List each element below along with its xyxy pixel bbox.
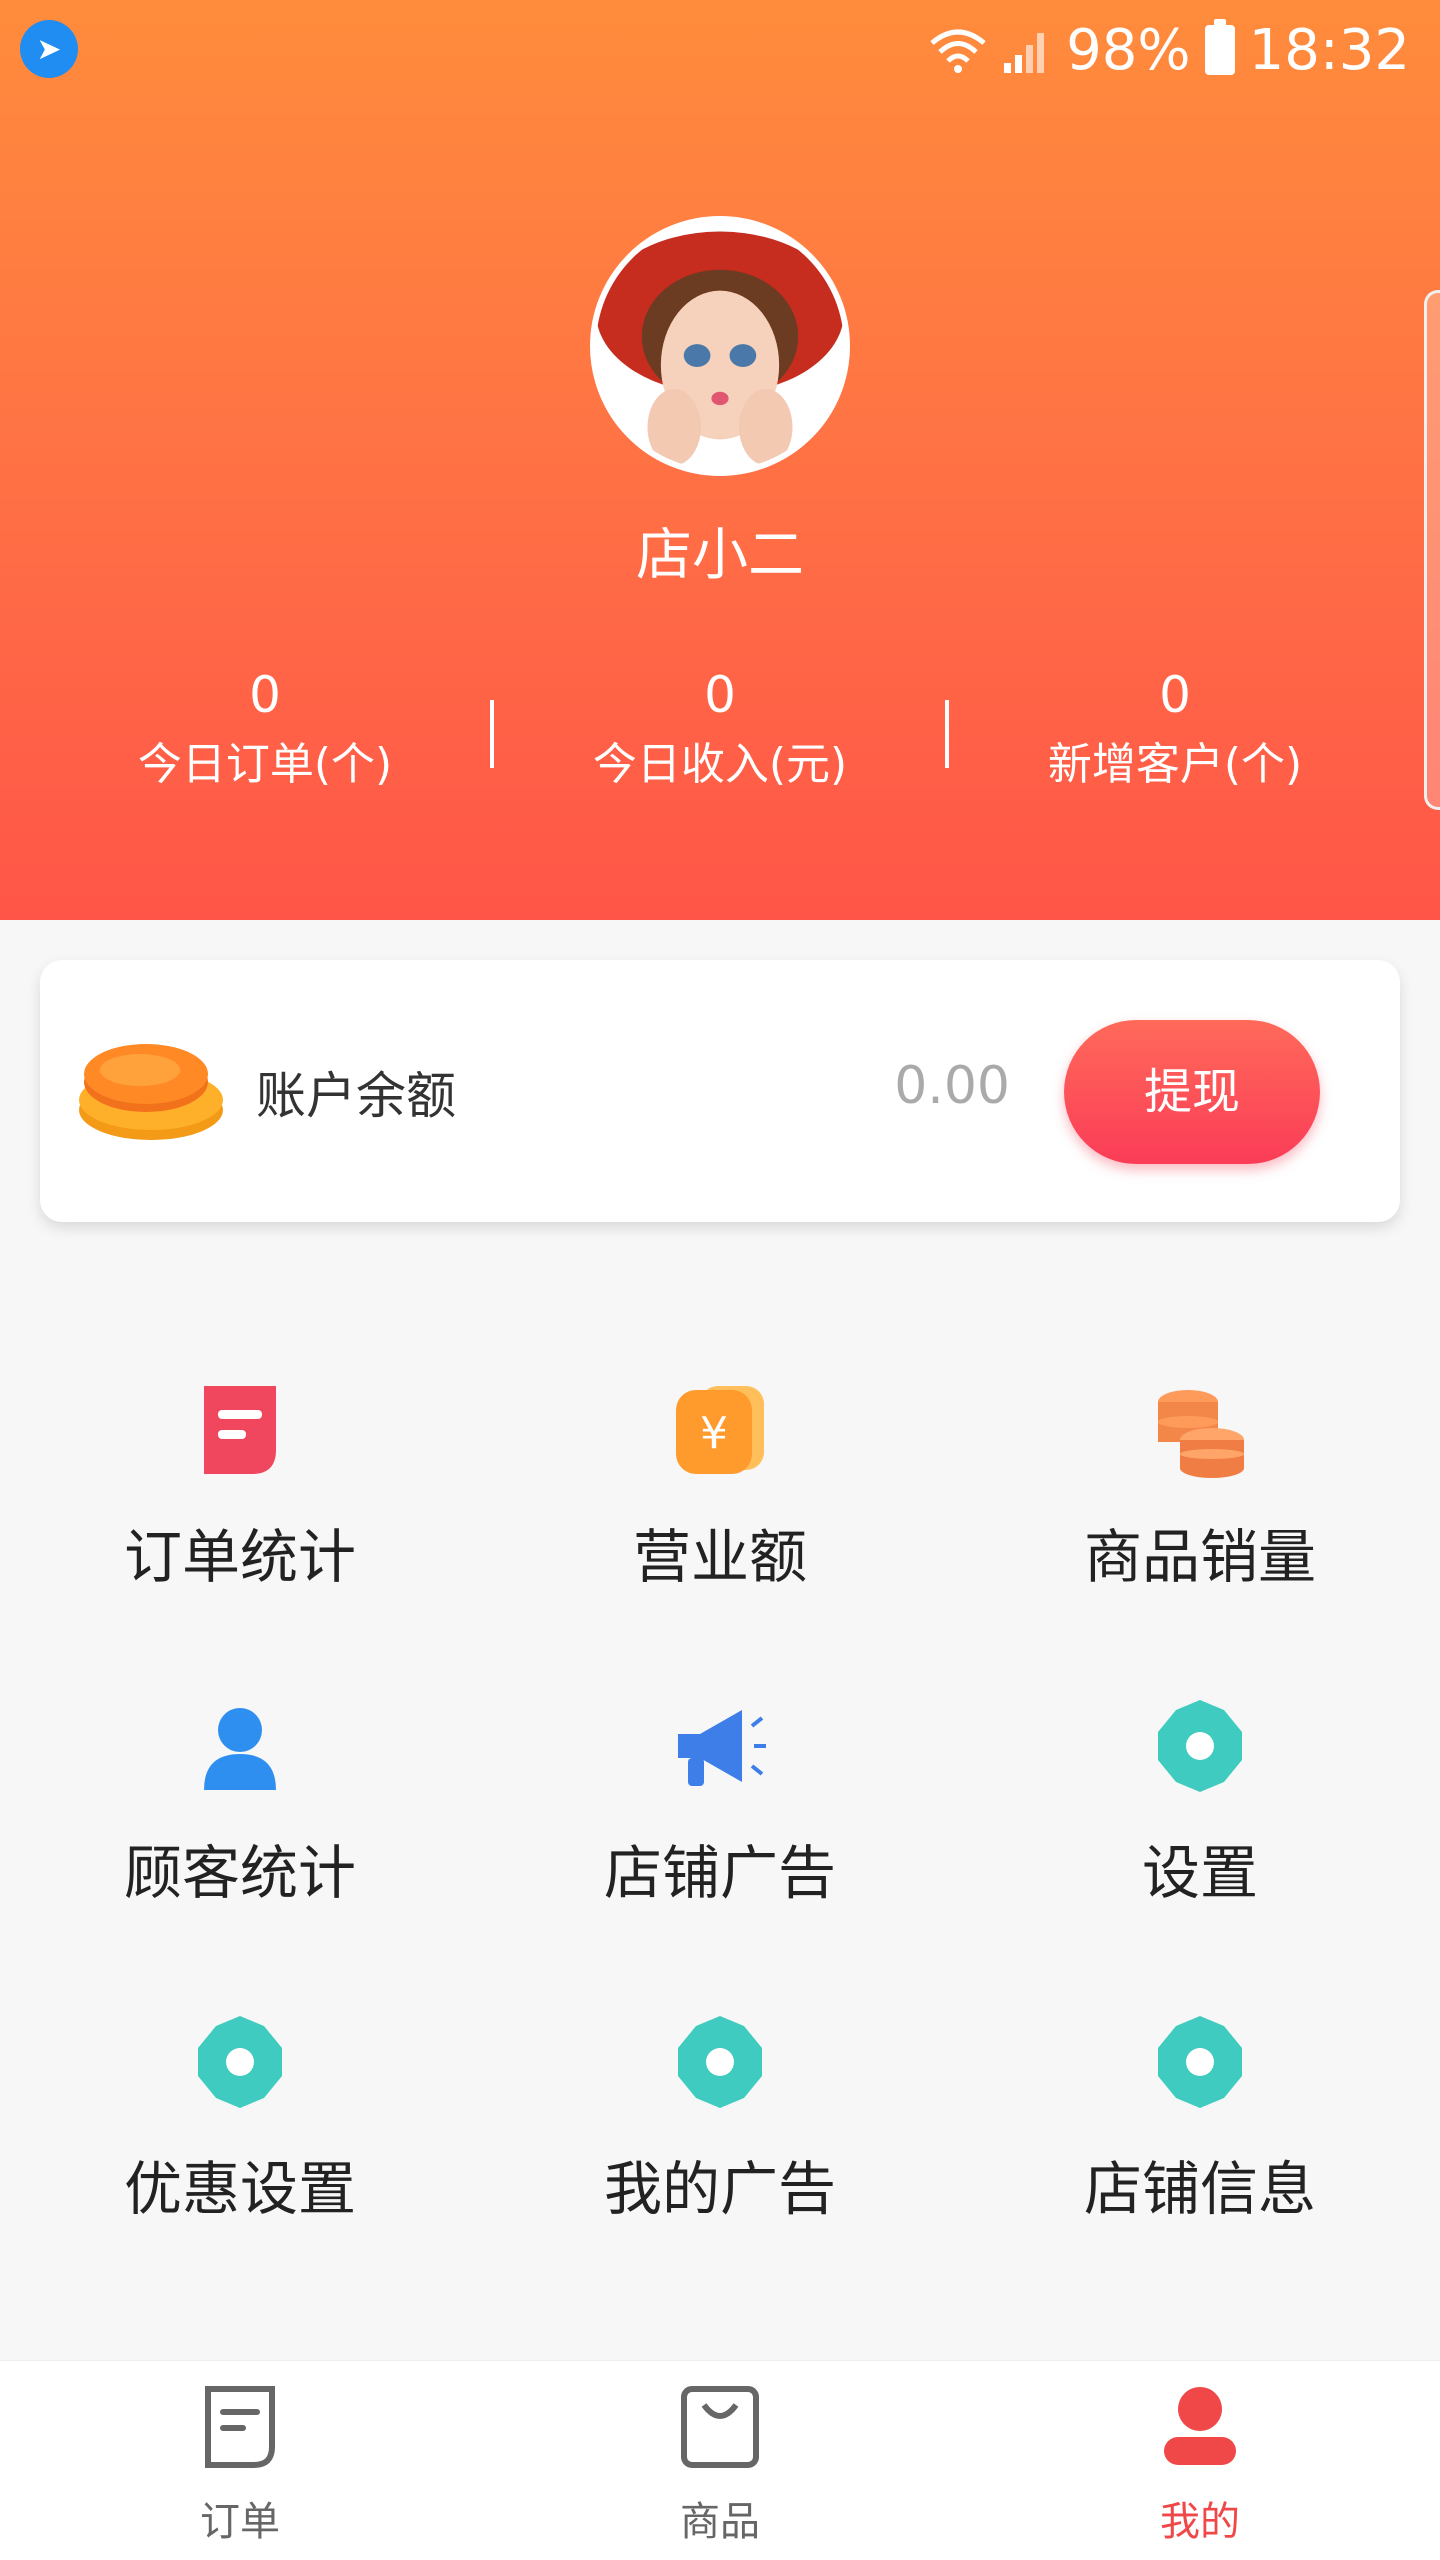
clock: 18:32 <box>1248 17 1410 83</box>
menu-label: 我的广告 <box>603 2155 836 2223</box>
gear-icon <box>1158 2016 1242 2108</box>
withdraw-button[interactable]: 提现 <box>1064 1020 1320 1164</box>
gear-icon <box>198 2016 282 2108</box>
status-indicators: 98% 18:32 <box>928 12 1410 88</box>
menu-label: 顾客统计 <box>123 1839 356 1907</box>
menu-item-shop-info[interactable]: 店铺信息 <box>960 1972 1440 2272</box>
stat-label: 今日收入(元) <box>592 739 848 790</box>
gear-icon <box>1158 1700 1242 1792</box>
stat-label: 今日订单(个) <box>137 739 393 790</box>
profile-header: ➤ 98% 18:32 店小二 0 今日订单(个) 0 今日收入(元) 0 新增… <box>0 0 1440 920</box>
menu-item-order-stats[interactable]: 订单统计 <box>0 1340 480 1640</box>
avatar-image <box>596 222 844 470</box>
tab-mine[interactable]: 我的 <box>960 2361 1440 2560</box>
avatar[interactable] <box>590 216 850 476</box>
shop-name: 店小二 <box>636 523 804 588</box>
stat-value: 0 <box>704 666 736 724</box>
balance-amount: 0.00 <box>894 1056 1010 1116</box>
status-bar: ➤ 98% 18:32 <box>0 0 1440 100</box>
order-doc-icon <box>204 1386 276 1474</box>
order-tab-icon <box>205 2386 275 2468</box>
dingtalk-icon: ➤ <box>20 20 78 78</box>
menu-item-product-sales[interactable]: 商品销量 <box>960 1340 1440 1640</box>
coin-icon <box>79 1044 223 1140</box>
stat-value: 0 <box>1159 666 1191 724</box>
bag-tab-icon <box>681 2386 759 2468</box>
stat-value: 0 <box>249 666 281 724</box>
megaphone-icon <box>678 1710 766 1786</box>
stat-today-income[interactable]: 0 今日收入(元) <box>480 660 960 800</box>
menu-item-revenue[interactable]: ¥ 营业额 <box>480 1340 960 1640</box>
balance-label: 账户余额 <box>256 1067 456 1125</box>
today-stats: 0 今日订单(个) 0 今日收入(元) 0 新增客户(个) <box>0 660 1440 810</box>
menu-item-discount-settings[interactable]: 优惠设置 <box>0 1972 480 2272</box>
tab-label: 商品 <box>680 2499 760 2545</box>
bottom-tab-bar: 订单 商品 我的 <box>0 2360 1440 2560</box>
gear-icon <box>678 2016 762 2108</box>
stat-label: 新增客户(个) <box>1047 739 1303 790</box>
battery-icon <box>1204 19 1235 75</box>
menu-item-customer-stats[interactable]: 顾客统计 <box>0 1656 480 1956</box>
menu-label: 优惠设置 <box>123 2155 356 2223</box>
menu-label: 订单统计 <box>123 1523 356 1591</box>
svg-text:¥: ¥ <box>700 1408 728 1459</box>
menu-label: 商品销量 <box>1083 1523 1316 1591</box>
profile-tab-icon <box>1164 2387 1236 2465</box>
stat-today-orders[interactable]: 0 今日订单(个) <box>25 660 505 800</box>
tab-label: 订单 <box>200 2499 280 2545</box>
stat-new-customers[interactable]: 0 新增客户(个) <box>935 660 1415 800</box>
balance-card: 账户余额 0.00 提现 <box>40 960 1400 1222</box>
menu-item-shop-ads[interactable]: 店铺广告 <box>480 1656 960 1956</box>
person-icon <box>204 1708 276 1790</box>
wifi-icon <box>930 29 986 73</box>
menu-item-my-ads[interactable]: 我的广告 <box>480 1972 960 2272</box>
tab-products[interactable]: 商品 <box>480 2361 960 2560</box>
menu-item-settings[interactable]: 设置 <box>960 1656 1440 1956</box>
tab-label: 我的 <box>1160 2499 1240 2545</box>
menu-label: 营业额 <box>632 1523 807 1591</box>
coins-stack-icon <box>1158 1390 1244 1478</box>
tab-orders[interactable]: 订单 <box>0 2361 480 2560</box>
menu-label: 设置 <box>1141 1839 1258 1907</box>
battery-percent: 98% <box>1066 17 1191 83</box>
menu-label: 店铺信息 <box>1083 2155 1316 2223</box>
signal-icon <box>1004 33 1045 73</box>
yuan-cards-icon: ¥ <box>676 1386 764 1474</box>
menu-label: 店铺广告 <box>603 1839 836 1907</box>
